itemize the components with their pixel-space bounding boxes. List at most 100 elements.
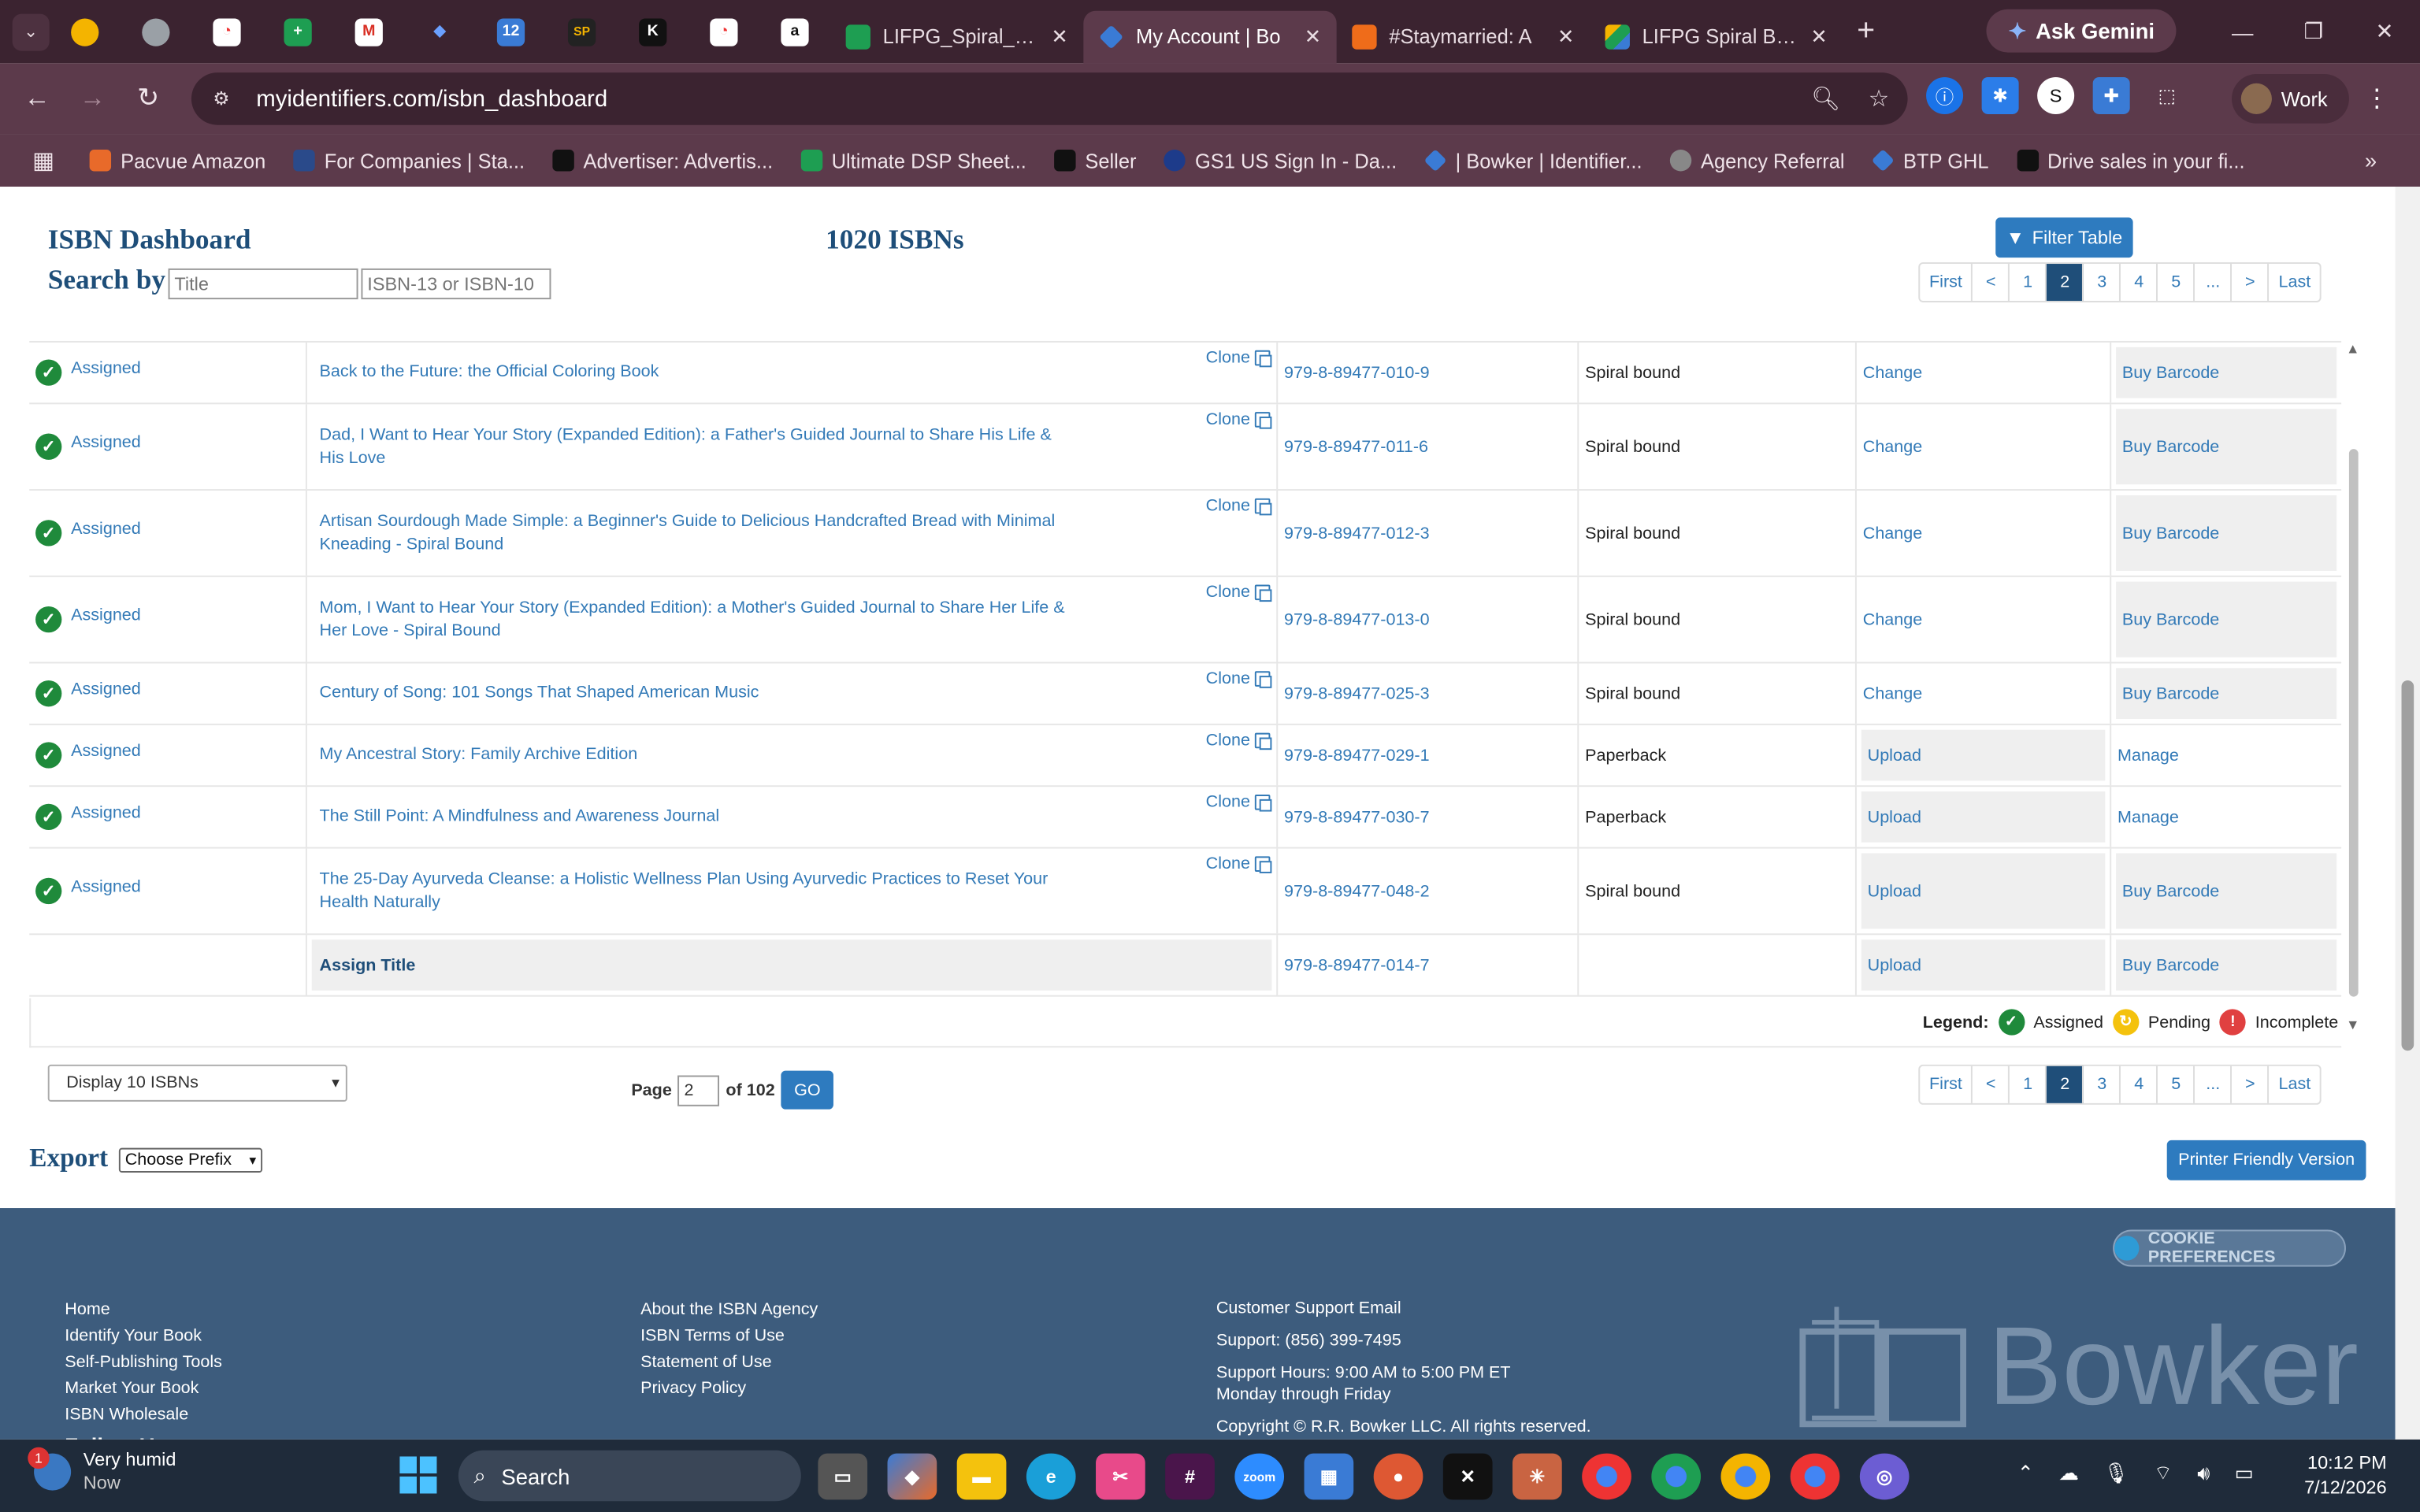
pinned-tab-calendar[interactable]: ◔ [191, 0, 262, 63]
extension-puzzle-blue-icon[interactable]: ✚ [2092, 76, 2130, 114]
buy-barcode-link[interactable]: Buy Barcode [2116, 939, 2337, 991]
scroll-thumb[interactable] [2348, 449, 2359, 997]
close-window-icon[interactable]: ✕ [2349, 0, 2420, 63]
site-info-icon[interactable]: ⚙ [213, 88, 237, 109]
close-icon[interactable]: ✕ [1810, 24, 1827, 48]
clone-button[interactable]: Clone [1206, 793, 1272, 812]
extensions-puzzle-icon[interactable]: ⬚ [2148, 77, 2185, 114]
extension-blue-icon[interactable]: ✱ [1981, 76, 2019, 114]
bookmark-dsp-sheet[interactable]: Ultimate DSP Sheet... [787, 149, 1041, 172]
pager-item[interactable]: Last [2270, 264, 2320, 301]
chrome-profile2-icon[interactable] [1720, 1453, 1771, 1500]
buy-barcode-link[interactable]: Buy Barcode [2116, 668, 2337, 719]
reload-button[interactable]: ↻ [121, 71, 176, 127]
pager-item[interactable]: 3 [2084, 264, 2121, 302]
pager-item[interactable]: ... [2195, 264, 2233, 302]
isbn-link[interactable]: 979-8-89477-011-6 [1284, 437, 1428, 456]
title-link[interactable]: My Ancestral Story: Family Archive Editi… [320, 743, 1076, 766]
buy-barcode-link[interactable]: Buy Barcode [2116, 346, 2337, 398]
table-scrollbar[interactable]: ▲ ▼ [2343, 341, 2364, 1032]
buy-barcode-link[interactable]: Buy Barcode [2116, 409, 2337, 485]
pager-item[interactable]: 4 [2121, 1065, 2158, 1103]
task-view-icon[interactable]: ▭ [818, 1453, 868, 1500]
pinned-tab-globe[interactable] [121, 0, 191, 63]
footer-link-privacy[interactable]: Privacy Policy [640, 1377, 818, 1403]
edge-icon[interactable]: e [1026, 1453, 1076, 1500]
change-link[interactable]: Change [1863, 437, 1923, 456]
footer-link-wholesale[interactable]: ISBN Wholesale [65, 1403, 222, 1429]
change-link[interactable]: Change [1863, 610, 1923, 629]
capcut-icon[interactable]: ✕ [1442, 1453, 1493, 1500]
zoom-app-icon[interactable]: zoom [1234, 1453, 1285, 1500]
status-link[interactable]: Assigned [71, 606, 141, 624]
clone-button[interactable]: Clone [1206, 732, 1272, 750]
chrome-profile-icon[interactable] [1651, 1453, 1702, 1500]
start-button[interactable] [399, 1456, 437, 1494]
pinned-tab-amazon[interactable]: a [759, 0, 830, 63]
microphone-icon[interactable]: 🎙︎ [2103, 1461, 2129, 1485]
pager-item[interactable]: < [1973, 264, 2010, 302]
bookmark-agency-referral[interactable]: Agency Referral [1656, 149, 1858, 172]
forward-button[interactable]: → [65, 71, 121, 127]
title-link[interactable]: Century of Song: 101 Songs That Shaped A… [320, 682, 1076, 705]
clone-button[interactable]: Clone [1206, 497, 1272, 516]
change-link[interactable]: Change [1863, 524, 1923, 543]
back-button[interactable]: ← [9, 71, 65, 127]
close-icon[interactable]: ✕ [1557, 24, 1574, 48]
chrome-beta-icon[interactable]: ◎ [1859, 1453, 1910, 1500]
taskbar-search[interactable]: ⌕ Search [458, 1450, 801, 1502]
zoom-icon[interactable]: 🔍︎ [1811, 85, 1840, 113]
bookmark-pacvue[interactable]: Pacvue Amazon [76, 149, 280, 172]
bookmark-for-companies[interactable]: For Companies | Sta... [280, 149, 539, 172]
buy-barcode-link[interactable]: Buy Barcode [2116, 581, 2337, 658]
extension-s-icon[interactable]: S [2037, 76, 2075, 114]
onedrive-icon[interactable]: ☁ [2058, 1461, 2078, 1485]
scroll-up-icon[interactable]: ▲ [2346, 341, 2359, 357]
weather-widget[interactable]: 1 Very humid Now [28, 1447, 176, 1495]
page-scrollbar[interactable] [2395, 187, 2420, 1440]
pager-item[interactable]: < [1973, 1065, 2010, 1103]
tray-chevron-icon[interactable]: ⌃ [2017, 1461, 2034, 1485]
isbn-link[interactable]: 979-8-89477-029-1 [1284, 746, 1430, 765]
pinned-tab-gmail[interactable]: M [333, 0, 404, 63]
pager-item[interactable]: 4 [2121, 264, 2158, 302]
scroll-down-icon[interactable]: ▼ [2346, 1017, 2359, 1032]
filter-table-button[interactable]: ▼ Filter Table [1995, 217, 2133, 258]
pager-item[interactable]: 2 [2047, 264, 2084, 302]
isbn-link[interactable]: 979-8-89477-014-7 [1284, 956, 1430, 975]
pinned-tab-sheets[interactable]: + [262, 0, 333, 63]
pager-item[interactable]: 5 [2158, 1065, 2195, 1103]
bookmark-btp-ghl[interactable]: BTP GHL [1858, 149, 2002, 172]
restore-icon[interactable]: ❐ [2278, 0, 2349, 63]
title-link[interactable]: The Still Point: A Mindfulness and Aware… [320, 806, 1076, 828]
buy-barcode-link[interactable]: Buy Barcode [2116, 853, 2337, 929]
clone-button[interactable]: Clone [1206, 854, 1272, 873]
volume-icon[interactable]: 🔊︎ [2197, 1461, 2210, 1485]
copilot-icon[interactable]: ◆ [887, 1453, 937, 1500]
display-count-select[interactable]: Display 10 ISBNs ▾ [47, 1064, 347, 1102]
title-link[interactable]: Dad, I Want to Hear Your Story (Expanded… [320, 424, 1076, 470]
upload-link[interactable]: Upload [1861, 791, 2106, 843]
status-link[interactable]: Assigned [71, 359, 141, 378]
isbn-link[interactable]: 979-8-89477-010-9 [1284, 363, 1430, 382]
assign-title-link[interactable]: Assign Title [311, 939, 1272, 991]
pinned-tab-calendar12[interactable]: 12 [475, 0, 546, 63]
pager-item[interactable]: 1 [2010, 264, 2047, 302]
more-bookmarks-icon[interactable]: » [2365, 148, 2377, 172]
status-link[interactable]: Assigned [71, 877, 141, 896]
clone-button[interactable]: Clone [1206, 410, 1272, 429]
pager-item[interactable]: First [1920, 1065, 1973, 1103]
bookmark-star-icon[interactable]: ☆ [1869, 85, 1889, 113]
pager-item[interactable]: 2 [2047, 1065, 2084, 1103]
wifi-icon[interactable]: ⌔ [2154, 1461, 2173, 1485]
isbn-link[interactable]: 979-8-89477-048-2 [1284, 882, 1430, 901]
status-link[interactable]: Assigned [71, 741, 141, 760]
title-link[interactable]: Mom, I Want to Hear Your Story (Expanded… [320, 596, 1076, 643]
duckduckgo-icon[interactable]: ● [1373, 1453, 1423, 1500]
change-link[interactable]: Change [1863, 363, 1923, 382]
bookmark-drive-sales[interactable]: Drive sales in your fi... [2002, 149, 2259, 172]
footer-link-terms[interactable]: ISBN Terms of Use [640, 1324, 818, 1350]
isbn-link[interactable]: 979-8-89477-012-3 [1284, 524, 1430, 543]
footer-link-market[interactable]: Market Your Book [65, 1377, 222, 1403]
battery-icon[interactable]: ▭ [2235, 1461, 2254, 1485]
